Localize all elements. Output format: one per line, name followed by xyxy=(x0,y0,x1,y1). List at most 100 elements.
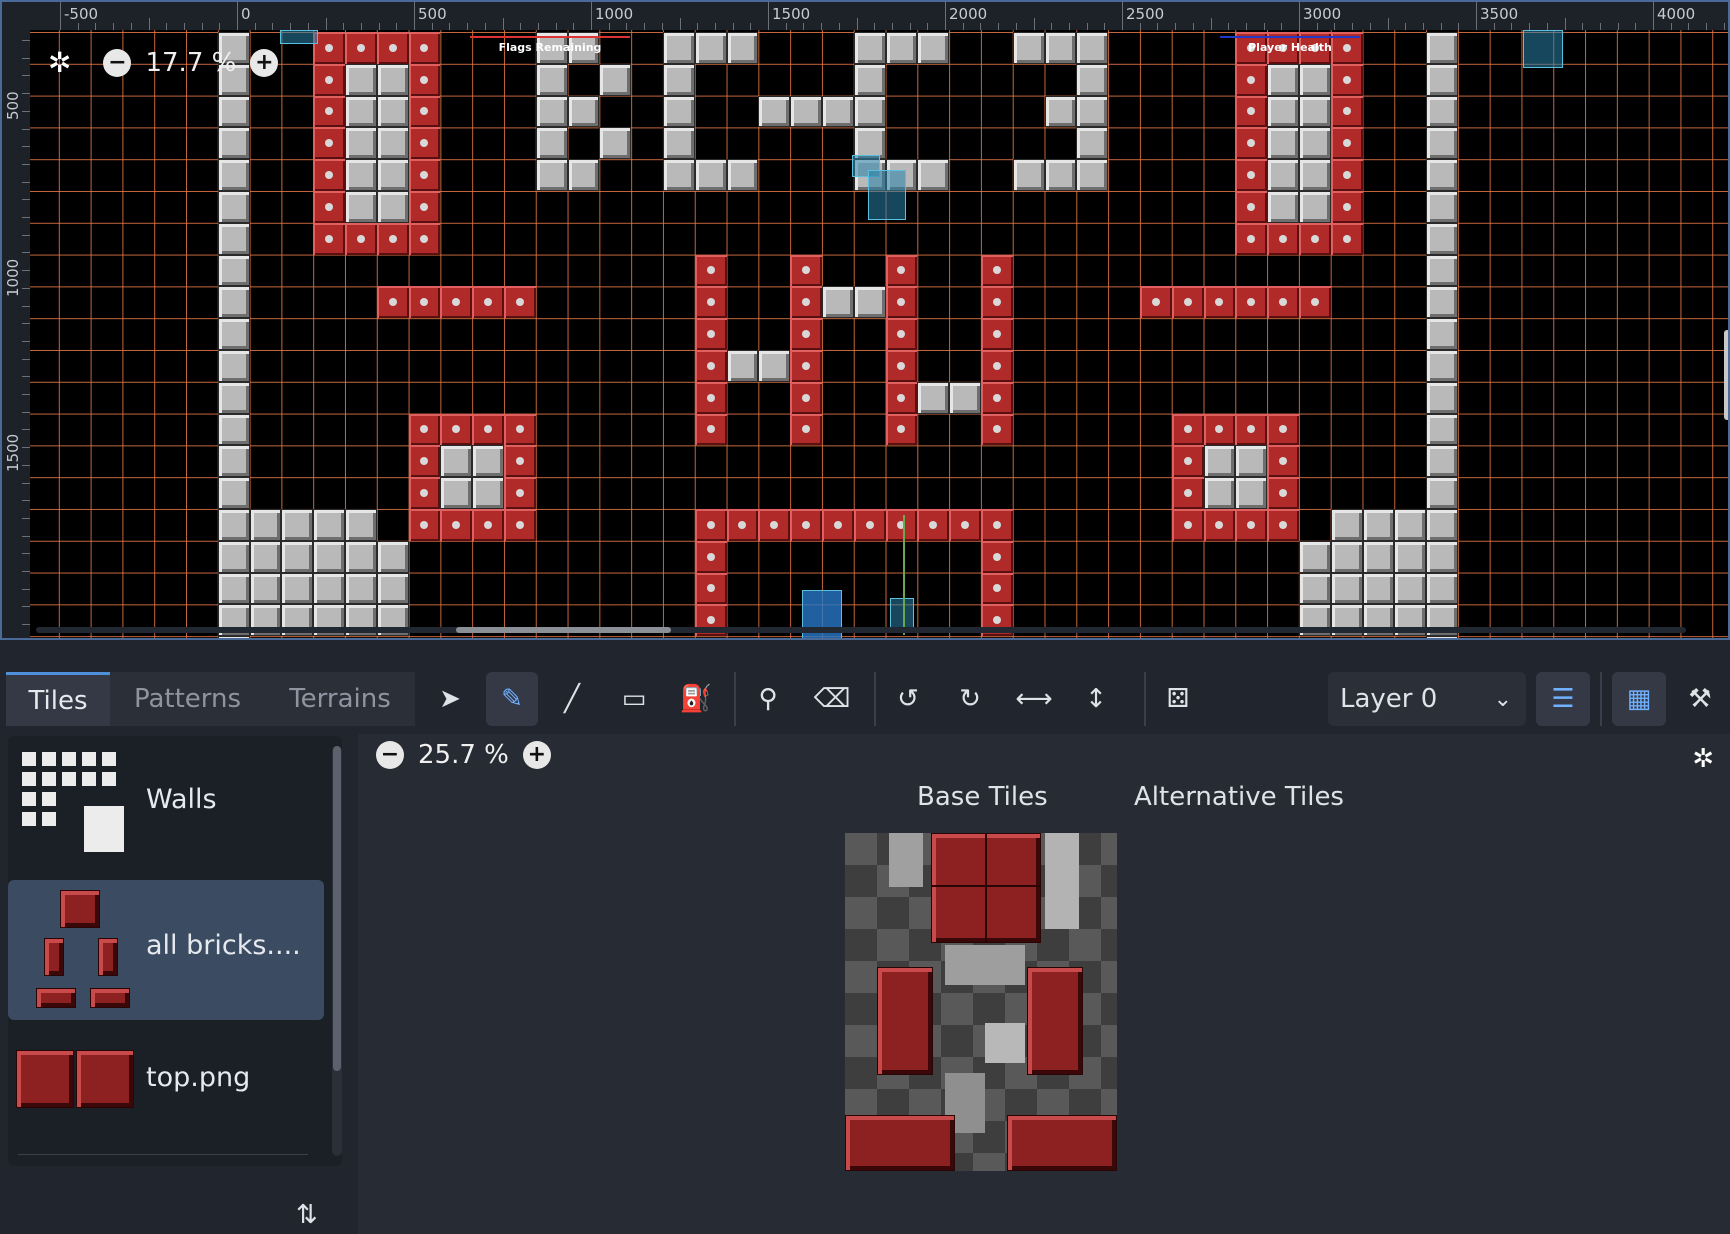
brick-tile xyxy=(1171,445,1204,478)
rect-icon[interactable]: ▭ xyxy=(608,672,660,726)
walls-thumb-cell xyxy=(22,752,36,766)
base-tiles-label: Base Tiles xyxy=(917,782,1048,812)
source-item-all-bricks[interactable]: all bricks.... xyxy=(8,880,324,1020)
zoom-in-icon[interactable]: + xyxy=(522,741,551,769)
ruler-tick xyxy=(998,23,1000,30)
layer-select[interactable]: Layer 0 ⌄ xyxy=(1328,672,1526,726)
brick-tile xyxy=(694,413,727,446)
wall-tile xyxy=(1330,509,1363,541)
brick-tile xyxy=(1235,413,1268,446)
wall-tile xyxy=(1426,509,1458,541)
flip-v-icon[interactable]: ↕ xyxy=(1070,672,1122,726)
ruler-tick xyxy=(22,128,30,130)
v-scrollbar-thumb[interactable] xyxy=(1724,330,1728,420)
wall-tile xyxy=(1235,445,1268,478)
ruler-tick xyxy=(1564,18,1566,30)
wall-tile xyxy=(1235,477,1268,509)
source-item-top-png[interactable]: top.png xyxy=(8,1024,324,1164)
wall-tile xyxy=(281,540,314,573)
source-list-scrollbar[interactable] xyxy=(332,746,342,1156)
brick-tile xyxy=(917,509,950,541)
zoom-out-icon[interactable]: − xyxy=(376,741,404,769)
ruler-tick xyxy=(22,93,30,95)
brick-tile xyxy=(1267,222,1299,255)
ruler-tick xyxy=(1599,23,1601,30)
highlight-layer-icon[interactable]: ☰ xyxy=(1536,672,1590,726)
random-icon[interactable]: ⚄ xyxy=(1152,672,1204,726)
ruler-horizontal: -500 0 500 1000 1500 2000 2500 3000 3500 4000 xyxy=(2,2,1728,31)
top-thumbnail xyxy=(16,1050,134,1110)
bucket-icon[interactable]: ⛽ xyxy=(670,672,722,726)
wall-tile xyxy=(217,477,250,509)
ruler-tick xyxy=(785,23,787,30)
source-label: all bricks.... xyxy=(146,930,301,961)
wall-tile xyxy=(1299,572,1331,605)
wall-tile xyxy=(217,254,250,287)
brick-tile xyxy=(981,254,1013,287)
wall-tile xyxy=(822,95,854,128)
brick-tile xyxy=(1330,127,1363,160)
ruler-tick xyxy=(1422,23,1424,30)
paint-icon[interactable]: ✎ xyxy=(486,672,538,726)
wall-tile xyxy=(663,32,695,64)
tab-patterns[interactable]: Patterns xyxy=(110,672,265,726)
brick-tile xyxy=(694,254,727,287)
center-view-icon[interactable]: ✲ xyxy=(48,46,71,79)
select-icon[interactable]: ➤ xyxy=(424,672,476,726)
wall-tile xyxy=(1394,572,1427,605)
ruler-tick xyxy=(201,23,203,30)
wall-tile xyxy=(1362,572,1395,605)
source-item-walls[interactable]: Walls xyxy=(8,738,324,878)
tilemap-canvas[interactable]: Flags Remaining Player Health xyxy=(30,30,1728,638)
spawn-marker[interactable] xyxy=(1523,30,1563,68)
ruler-tick xyxy=(1458,23,1460,30)
tilemap-viewport[interactable]: -500 0 500 1000 1500 2000 2500 3000 3500 4000 500… xyxy=(0,0,1730,640)
brick-tile xyxy=(313,159,345,191)
tile-source-list[interactable]: Walls all bricks.... top.png xyxy=(8,736,342,1166)
picker-icon[interactable]: ⚲ xyxy=(742,672,794,726)
settings-icon[interactable]: ⚒ xyxy=(1674,672,1726,726)
grid-toggle-icon[interactable]: ▦ xyxy=(1612,672,1666,726)
ruler-label: 0 xyxy=(241,5,251,23)
eraser-icon[interactable]: ⌫ xyxy=(806,672,858,726)
spawn-marker[interactable] xyxy=(890,598,914,628)
viewport-zoom-level[interactable]: 17.7 % xyxy=(145,48,236,78)
wall-tile xyxy=(694,159,727,191)
tab-tiles[interactable]: Tiles xyxy=(6,672,110,726)
atlas-texture[interactable] xyxy=(845,833,1117,1171)
sort-sources-icon[interactable]: ⇅ xyxy=(296,1200,318,1230)
zoom-out-icon[interactable]: − xyxy=(103,48,132,77)
ruler-tick xyxy=(1511,23,1513,30)
h-scrollbar[interactable] xyxy=(36,627,1686,633)
brick-tile xyxy=(504,445,536,478)
rotate-left-icon[interactable]: ↺ xyxy=(882,672,934,726)
brick-tile xyxy=(885,509,918,541)
wall-tile xyxy=(345,540,377,573)
brick-tile xyxy=(1267,286,1299,319)
spawn-marker[interactable] xyxy=(280,30,318,44)
ruler-tick xyxy=(1015,23,1017,30)
brick-tile xyxy=(981,318,1013,350)
wall-tile xyxy=(1044,32,1077,64)
ruler-tick xyxy=(22,163,30,165)
ruler-tick xyxy=(22,40,30,41)
h-scrollbar-thumb[interactable] xyxy=(456,627,671,633)
atlas-zoom-level[interactable]: 25.7 % xyxy=(418,740,509,770)
center-view-icon[interactable]: ✲ xyxy=(1692,744,1714,774)
rotate-right-icon[interactable]: ↻ xyxy=(944,672,996,726)
brick-tile xyxy=(1299,286,1331,319)
spawn-marker[interactable] xyxy=(868,170,906,220)
wall-tile xyxy=(217,509,250,541)
brick-tile xyxy=(981,540,1013,573)
ruler-tick xyxy=(22,429,30,431)
line-icon[interactable]: ╱ xyxy=(546,672,598,726)
brick-tile xyxy=(790,254,822,287)
tab-terrains[interactable]: Terrains xyxy=(265,672,415,726)
ruler-tick xyxy=(732,23,734,30)
brick-tile xyxy=(1235,63,1268,96)
wall-tile xyxy=(313,509,345,541)
brick-tile xyxy=(313,95,345,128)
source-label: top.png xyxy=(146,1062,251,1093)
zoom-in-icon[interactable]: + xyxy=(250,48,279,77)
flip-h-icon[interactable]: ⟷ xyxy=(1008,672,1060,726)
